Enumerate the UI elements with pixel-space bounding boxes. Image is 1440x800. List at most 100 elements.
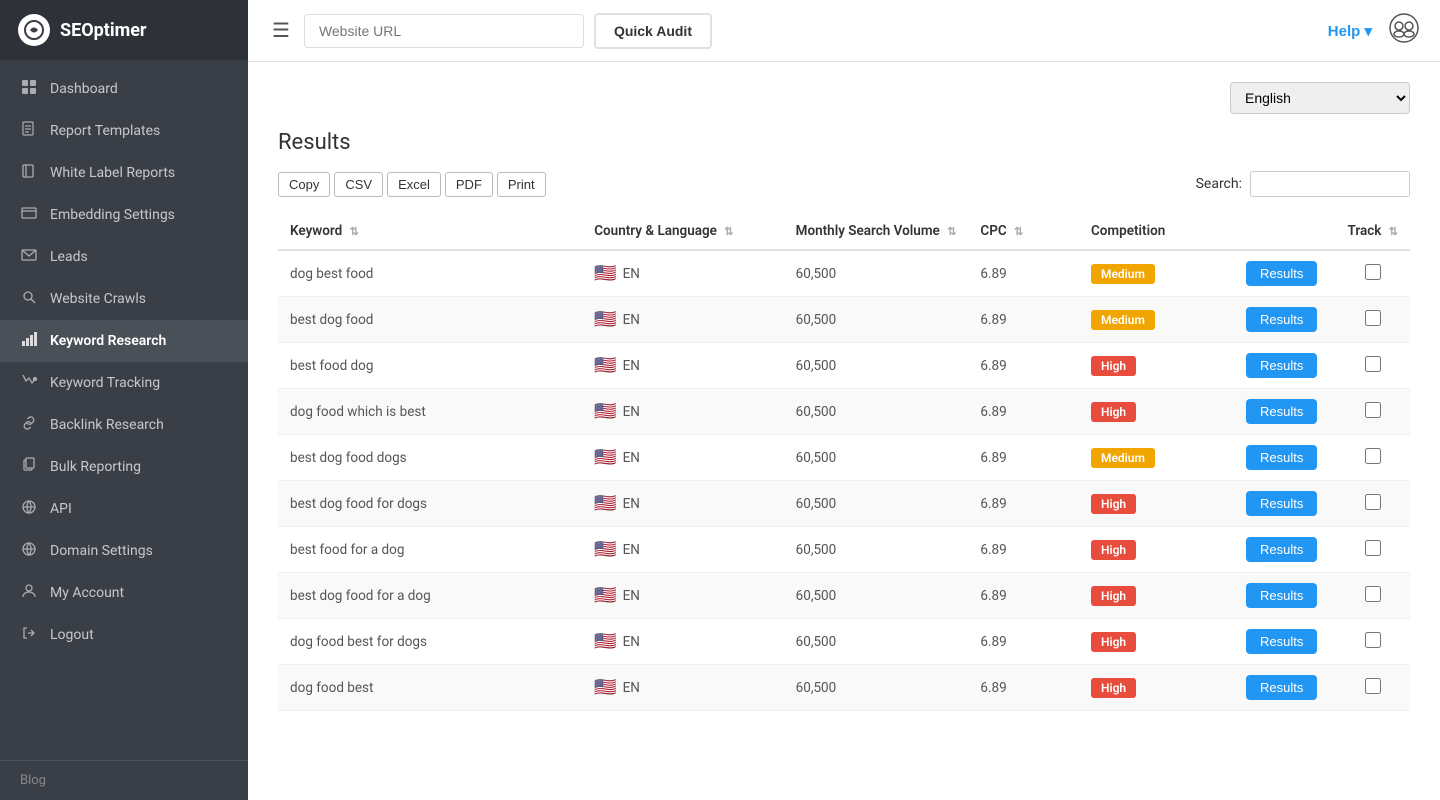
- export-btn-print[interactable]: Print: [497, 172, 546, 197]
- cell-cpc: 6.89: [968, 665, 1079, 711]
- search-input[interactable]: [1250, 171, 1410, 197]
- sidebar-item-keyword-tracking[interactable]: Keyword Tracking: [0, 362, 248, 404]
- export-btn-excel[interactable]: Excel: [387, 172, 441, 197]
- nav-label-website-crawls: Website Crawls: [50, 291, 146, 307]
- cell-keyword: dog food best: [278, 665, 582, 711]
- flag-icon: 🇺🇸: [594, 263, 616, 284]
- quick-audit-button[interactable]: Quick Audit: [594, 13, 712, 49]
- sidebar-item-embedding[interactable]: Embedding Settings: [0, 194, 248, 236]
- cell-track: [1336, 435, 1411, 481]
- help-button[interactable]: Help ▾: [1328, 22, 1372, 40]
- sidebar-item-my-account[interactable]: My Account: [0, 572, 248, 614]
- results-button[interactable]: Results: [1246, 261, 1317, 286]
- results-button[interactable]: Results: [1246, 583, 1317, 608]
- competition-badge: High: [1091, 356, 1136, 376]
- table-row: dog food which is best 🇺🇸 EN 60,500 6.89…: [278, 389, 1410, 435]
- cell-keyword: dog food which is best: [278, 389, 582, 435]
- nav-label-keyword-tracking: Keyword Tracking: [50, 375, 160, 391]
- table-row: best dog food for dogs 🇺🇸 EN 60,500 6.89…: [278, 481, 1410, 527]
- export-btn-copy[interactable]: Copy: [278, 172, 330, 197]
- sidebar-logo[interactable]: SEOptimer: [0, 0, 248, 60]
- url-input[interactable]: [304, 14, 584, 48]
- track-checkbox[interactable]: [1365, 494, 1381, 510]
- sidebar-item-leads[interactable]: Leads: [0, 236, 248, 278]
- sidebar-item-domain-settings[interactable]: Domain Settings: [0, 530, 248, 572]
- track-checkbox[interactable]: [1365, 264, 1381, 280]
- track-checkbox[interactable]: [1365, 402, 1381, 418]
- cell-country: 🇺🇸 EN: [582, 389, 783, 435]
- results-button[interactable]: Results: [1246, 353, 1317, 378]
- track-checkbox[interactable]: [1365, 540, 1381, 556]
- sidebar-item-report-templates[interactable]: Report Templates: [0, 110, 248, 152]
- col-header-country[interactable]: Country & Language ⇅: [582, 213, 783, 250]
- results-button[interactable]: Results: [1246, 491, 1317, 516]
- table-row: dog food best 🇺🇸 EN 60,500 6.89 High Res…: [278, 665, 1410, 711]
- competition-badge: High: [1091, 540, 1136, 560]
- logo-text: SEOptimer: [60, 20, 147, 41]
- sidebar-bottom[interactable]: Blog: [0, 760, 248, 800]
- export-btn-pdf[interactable]: PDF: [445, 172, 493, 197]
- track-checkbox[interactable]: [1365, 310, 1381, 326]
- track-checkbox[interactable]: [1365, 678, 1381, 694]
- cell-results-btn: Results: [1234, 389, 1336, 435]
- sort-icon-keyword: ⇅: [350, 225, 359, 238]
- cell-track: [1336, 343, 1411, 389]
- cell-results-btn: Results: [1234, 435, 1336, 481]
- track-checkbox[interactable]: [1365, 586, 1381, 602]
- col-header-keyword[interactable]: Keyword ⇅: [278, 213, 582, 250]
- cell-lang: EN: [623, 312, 640, 328]
- sidebar-item-keyword-research[interactable]: Keyword Research: [0, 320, 248, 362]
- sidebar-item-backlink-research[interactable]: Backlink Research: [0, 404, 248, 446]
- flag-icon: 🇺🇸: [594, 677, 616, 698]
- competition-badge: High: [1091, 402, 1136, 422]
- col-header-volume[interactable]: Monthly Search Volume ⇅: [784, 213, 969, 250]
- export-row: CopyCSVExcelPDFPrint Search:: [278, 171, 1410, 197]
- sidebar-item-bulk-reporting[interactable]: Bulk Reporting: [0, 446, 248, 488]
- results-button[interactable]: Results: [1246, 445, 1317, 470]
- cell-volume: 60,500: [784, 343, 969, 389]
- sidebar-item-website-crawls[interactable]: Website Crawls: [0, 278, 248, 320]
- results-button[interactable]: Results: [1246, 307, 1317, 332]
- results-button[interactable]: Results: [1246, 399, 1317, 424]
- col-header-competition[interactable]: Competition: [1079, 213, 1234, 250]
- track-checkbox[interactable]: [1365, 356, 1381, 372]
- menu-button[interactable]: ☰: [268, 14, 294, 47]
- cell-keyword: best food for a dog: [278, 527, 582, 573]
- track-checkbox[interactable]: [1365, 448, 1381, 464]
- sidebar: SEOptimer Dashboard Report Templates Whi…: [0, 0, 248, 800]
- cell-country: 🇺🇸 EN: [582, 481, 783, 527]
- sidebar-item-dashboard[interactable]: Dashboard: [0, 68, 248, 110]
- cell-track: [1336, 665, 1411, 711]
- track-checkbox[interactable]: [1365, 632, 1381, 648]
- cell-lang: EN: [623, 404, 640, 420]
- sidebar-item-logout[interactable]: Logout: [0, 614, 248, 656]
- flag-icon: 🇺🇸: [594, 355, 616, 376]
- cell-keyword: best dog food for dogs: [278, 481, 582, 527]
- nav-label-domain-settings: Domain Settings: [50, 543, 153, 559]
- topbar-right: Help ▾: [1328, 12, 1420, 50]
- cell-country: 🇺🇸 EN: [582, 665, 783, 711]
- user-icon[interactable]: [1388, 12, 1420, 50]
- cell-competition: High: [1079, 665, 1234, 711]
- nav-label-dashboard: Dashboard: [50, 81, 118, 97]
- sort-icon-country: ⇅: [724, 225, 733, 238]
- topbar: ☰ Quick Audit Help ▾: [248, 0, 1440, 62]
- col-header-track[interactable]: Track ⇅: [1336, 213, 1411, 250]
- results-button[interactable]: Results: [1246, 537, 1317, 562]
- cell-volume: 60,500: [784, 250, 969, 297]
- export-btn-csv[interactable]: CSV: [334, 172, 383, 197]
- results-button[interactable]: Results: [1246, 629, 1317, 654]
- language-select[interactable]: English Spanish French German: [1230, 82, 1410, 114]
- col-header-cpc[interactable]: CPC ⇅: [968, 213, 1079, 250]
- table-row: best food for a dog 🇺🇸 EN 60,500 6.89 Hi…: [278, 527, 1410, 573]
- sidebar-item-white-label[interactable]: White Label Reports: [0, 152, 248, 194]
- nav-label-embedding: Embedding Settings: [50, 207, 175, 223]
- results-button[interactable]: Results: [1246, 675, 1317, 700]
- nav-label-bulk-reporting: Bulk Reporting: [50, 459, 141, 475]
- sidebar-item-api[interactable]: API: [0, 488, 248, 530]
- cell-cpc: 6.89: [968, 343, 1079, 389]
- nav-icon-leads: [20, 247, 38, 267]
- competition-badge: Medium: [1091, 448, 1155, 468]
- cell-keyword: best food dog: [278, 343, 582, 389]
- cell-competition: High: [1079, 573, 1234, 619]
